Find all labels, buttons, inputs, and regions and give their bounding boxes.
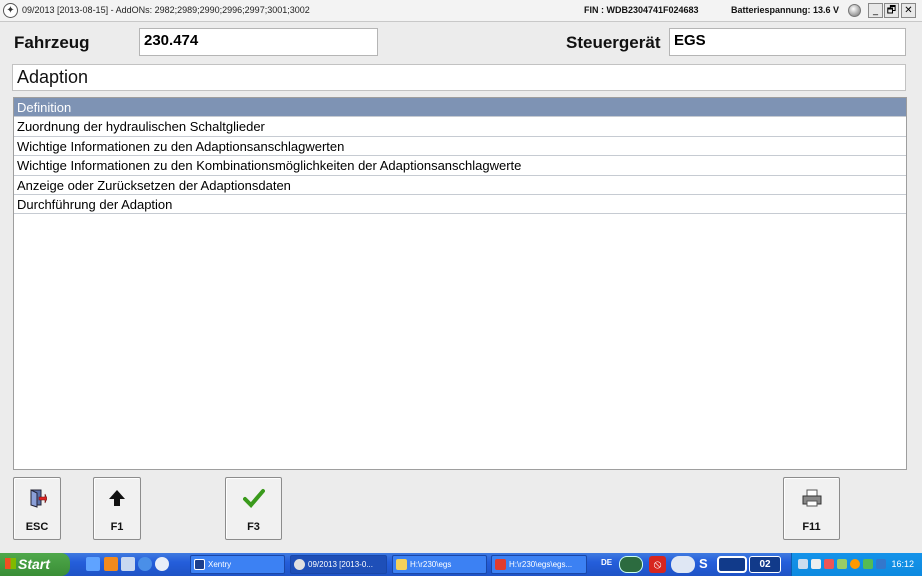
email-quicklaunch-icon[interactable]: [121, 557, 135, 571]
alert-icon[interactable]: [824, 559, 834, 569]
battery-voltage: Batteriespannung: 13.6 V: [731, 5, 840, 15]
task-xentry-label: Xentry: [208, 560, 232, 569]
badge-02[interactable]: 02: [749, 556, 781, 573]
task-egs[interactable]: H:\r230\egs\egs...: [491, 555, 587, 574]
close-button[interactable]: ✕: [901, 3, 916, 18]
arrow-up-icon: [94, 488, 140, 513]
system-tray: 16:12: [791, 553, 922, 576]
f11-button[interactable]: F11: [783, 477, 840, 540]
fin-number: FIN : WDB2304741F024683: [584, 5, 699, 15]
green-status-icon[interactable]: [619, 556, 643, 573]
media-quicklaunch-icon[interactable]: [155, 557, 169, 571]
taskbar: Start Xentry 09/2013 [2013-0... H:\r230\…: [0, 553, 922, 576]
esc-label: ESC: [25, 521, 49, 533]
f11-label: F11: [802, 521, 821, 533]
card-reader-icon[interactable]: [717, 556, 747, 573]
start-button[interactable]: Start: [0, 553, 70, 576]
mercedes-star-icon: ✦: [3, 3, 18, 18]
windows-flag-icon: [5, 558, 16, 569]
checkmark-icon: [226, 488, 281, 513]
badge-02-label: 02: [759, 559, 771, 570]
vehicle-label: Fahrzeug: [14, 33, 90, 52]
f1-label: F1: [110, 521, 124, 533]
start-label: Start: [18, 556, 50, 572]
device-icon[interactable]: [671, 556, 695, 573]
task-egs-label: H:\r230\egs\egs...: [509, 560, 573, 569]
language-indicator[interactable]: DE: [601, 558, 612, 567]
ecu-label: Steuergerät: [566, 33, 661, 52]
s-icon[interactable]: S: [699, 556, 713, 573]
network-icon[interactable]: [798, 559, 808, 569]
toolbar-icons: ⦸ S 02: [619, 555, 783, 574]
restore-button[interactable]: 🗗: [884, 3, 899, 18]
red-star-icon: [495, 559, 506, 570]
folder-icon: [396, 559, 407, 570]
f1-button[interactable]: F1: [93, 477, 141, 540]
title-bar: ✦ 09/2013 [2013-08-15] - AddONs: 2982;29…: [0, 0, 922, 22]
list-item-hydraulic-assignment[interactable]: Zuordnung der hydraulischen Schaltgliede…: [14, 117, 906, 137]
esc-button[interactable]: ESC: [13, 477, 61, 540]
list-item-display-reset[interactable]: Anzeige oder Zurücksetzen der Adaptionsd…: [14, 176, 906, 195]
display-icon[interactable]: [811, 559, 821, 569]
vehicle-field: 230.474: [139, 28, 378, 56]
window-title: 09/2013 [2013-08-15] - AddONs: 2982;2989…: [22, 5, 310, 15]
section-title: Adaption: [12, 64, 906, 91]
task-xentry[interactable]: Xentry: [190, 555, 285, 574]
task-folder[interactable]: H:\r230\egs: [392, 555, 487, 574]
adaption-topic-list: Definition Zuordnung der hydraulischen S…: [13, 97, 907, 470]
clock: 16:12: [891, 559, 914, 569]
list-item-combination-info[interactable]: Wichtige Informationen zu den Kombinatio…: [14, 156, 906, 176]
ecu-field: EGS: [669, 28, 906, 56]
f3-label: F3: [247, 521, 260, 533]
battery-status-icon: [848, 4, 861, 17]
list-item-perform-adaption[interactable]: Durchführung der Adaption: [14, 195, 906, 215]
task-folder-label: H:\r230\egs: [410, 560, 452, 569]
xentry-icon: [194, 559, 205, 570]
bluetooth-icon[interactable]: [876, 559, 886, 569]
ie-quicklaunch-icon[interactable]: [138, 557, 152, 571]
minimize-button[interactable]: _: [868, 3, 883, 18]
pdf-quicklaunch-icon[interactable]: [104, 557, 118, 571]
stop-icon[interactable]: ⦸: [649, 556, 666, 573]
security-icon[interactable]: [850, 559, 860, 569]
desktop-quicklaunch-icon[interactable]: [86, 557, 100, 571]
task-xentry-window[interactable]: 09/2013 [2013-0...: [290, 555, 387, 574]
list-item-definition[interactable]: Definition: [14, 98, 906, 118]
task-xentry-window-label: 09/2013 [2013-0...: [308, 560, 373, 569]
mercedes-star-icon: [294, 559, 305, 570]
usb-icon[interactable]: [837, 559, 847, 569]
exit-door-icon: [14, 488, 60, 513]
list-item-stop-values-info[interactable]: Wichtige Informationen zu den Adaptionsa…: [14, 137, 906, 157]
antivirus-icon[interactable]: [863, 559, 873, 569]
f3-button[interactable]: F3: [225, 477, 282, 540]
printer-icon: [784, 488, 839, 513]
